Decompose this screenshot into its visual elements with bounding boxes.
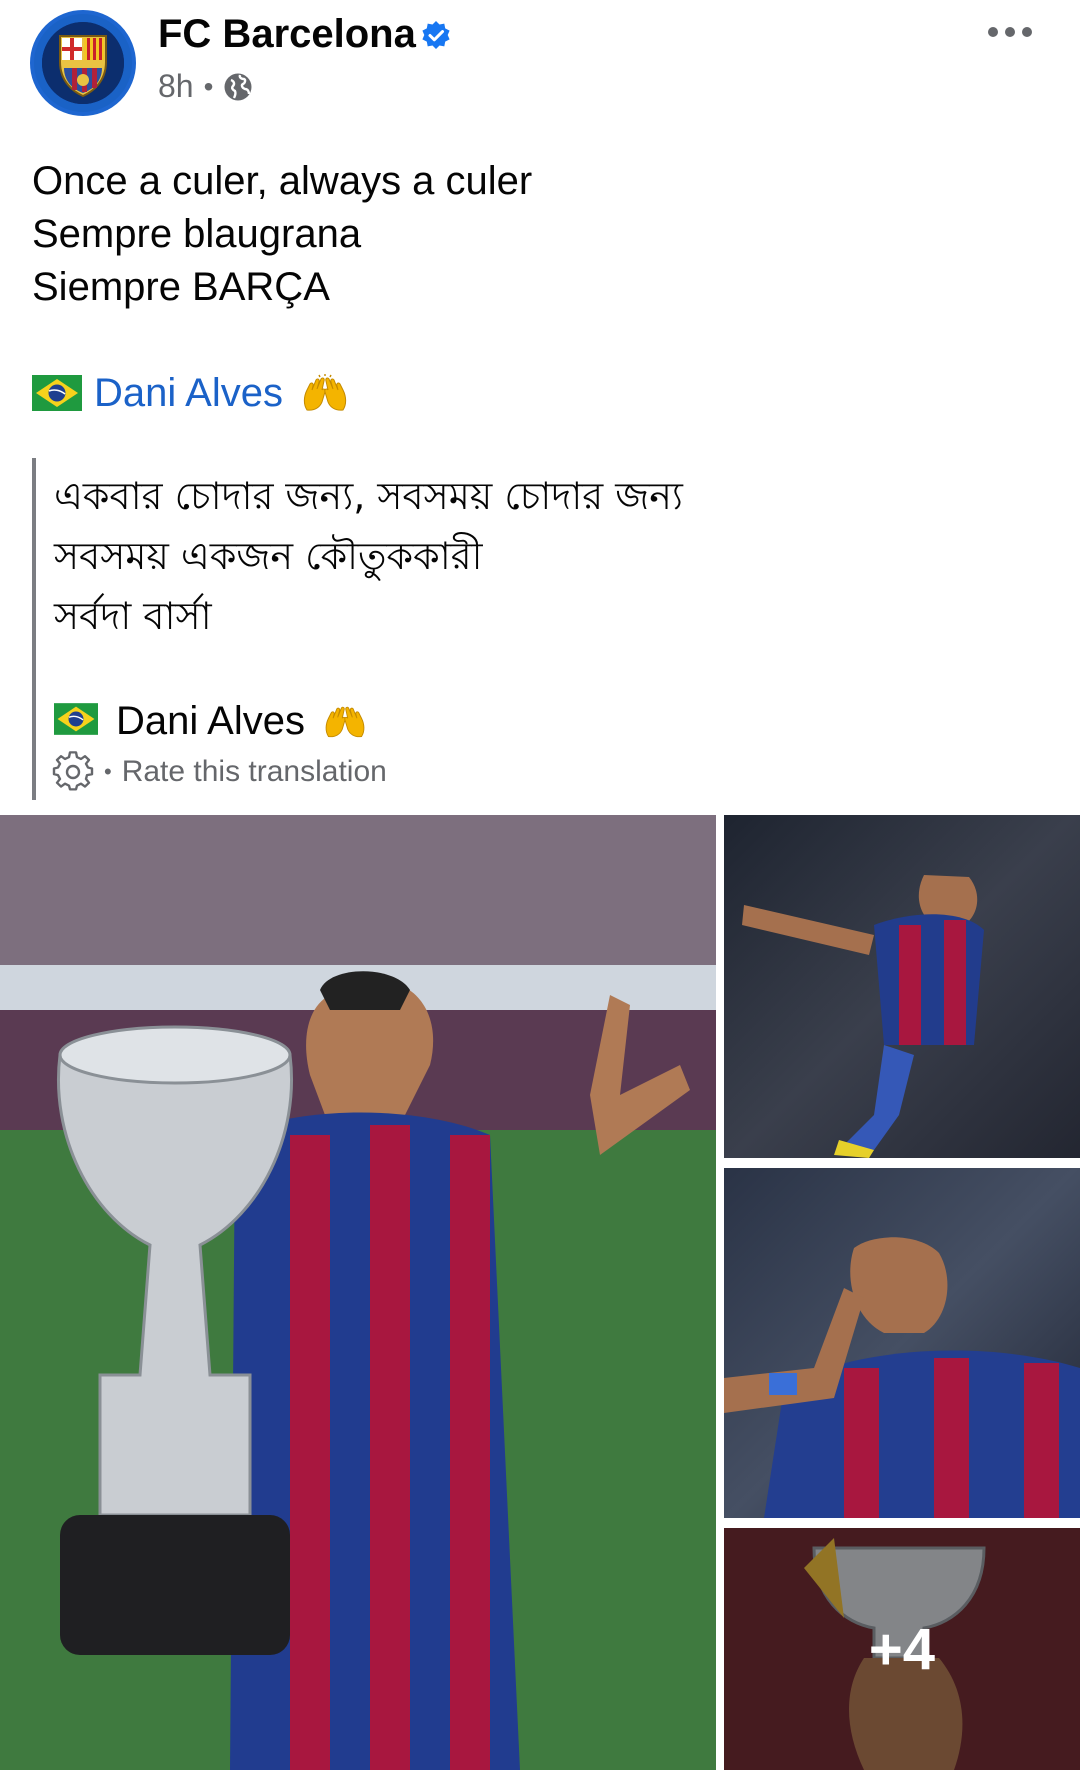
post-text-line: Siempre BARÇA — [32, 265, 330, 309]
post-text: Once a culer, always a culer Sempre blau… — [32, 155, 1042, 314]
meta-separator: • — [203, 70, 214, 102]
raising-hands-icon — [301, 374, 349, 412]
mention-link[interactable]: Dani Alves — [94, 371, 283, 416]
translation-line: সবসময় একজন কৌতুককারী — [54, 534, 483, 578]
translation-mention: Dani Alves — [116, 698, 305, 743]
translation-block: একবার চোদার জন্য, সবসময় চোদার জন্য সবসম… — [32, 458, 1036, 800]
gear-icon[interactable] — [52, 751, 94, 793]
photo-thumb-1[interactable] — [724, 815, 1080, 1158]
photo-main[interactable] — [0, 815, 716, 1770]
rate-translation-row[interactable]: • Rate this translation — [52, 750, 387, 794]
fcb-crest-logo — [42, 22, 124, 104]
translation-line: সর্বদা বার্সা — [54, 594, 212, 638]
photo-gallery: +4 — [0, 815, 1080, 1782]
post-time[interactable]: 8h — [158, 68, 194, 105]
brazil-flag-icon — [54, 703, 104, 739]
post-meta: 8h • — [158, 68, 253, 105]
more-photos-overlay[interactable]: +4 — [724, 1528, 1080, 1770]
page-name[interactable]: FC Barcelona — [158, 12, 416, 57]
brazil-flag-icon — [32, 375, 82, 411]
post-text-line: Once a culer, always a culer — [32, 159, 533, 203]
mention-line: Dani Alves — [32, 368, 349, 418]
raising-hands-icon — [323, 703, 367, 739]
photo-thumb-2[interactable] — [724, 1168, 1080, 1518]
photo-thumb-3[interactable]: +4 — [724, 1528, 1080, 1770]
rate-separator: • — [104, 759, 112, 784]
post-text-line: Sempre blaugrana — [32, 212, 362, 256]
more-photos-count: +4 — [868, 1616, 936, 1682]
verified-badge-icon — [420, 20, 452, 52]
translation-mention-line: Dani Alves — [54, 696, 367, 746]
more-options-icon[interactable] — [980, 12, 1040, 52]
post-header: FC Barcelona 8h • — [0, 0, 1080, 130]
page-avatar[interactable] — [30, 10, 136, 116]
globe-icon[interactable] — [223, 72, 253, 102]
translation-line: একবার চোদার জন্য, সবসময় চোদার জন্য — [54, 474, 683, 518]
translation-text: একবার চোদার জন্য, সবসময় চোদার জন্য সবসম… — [54, 466, 683, 646]
rate-translation-link[interactable]: Rate this translation — [122, 755, 387, 789]
